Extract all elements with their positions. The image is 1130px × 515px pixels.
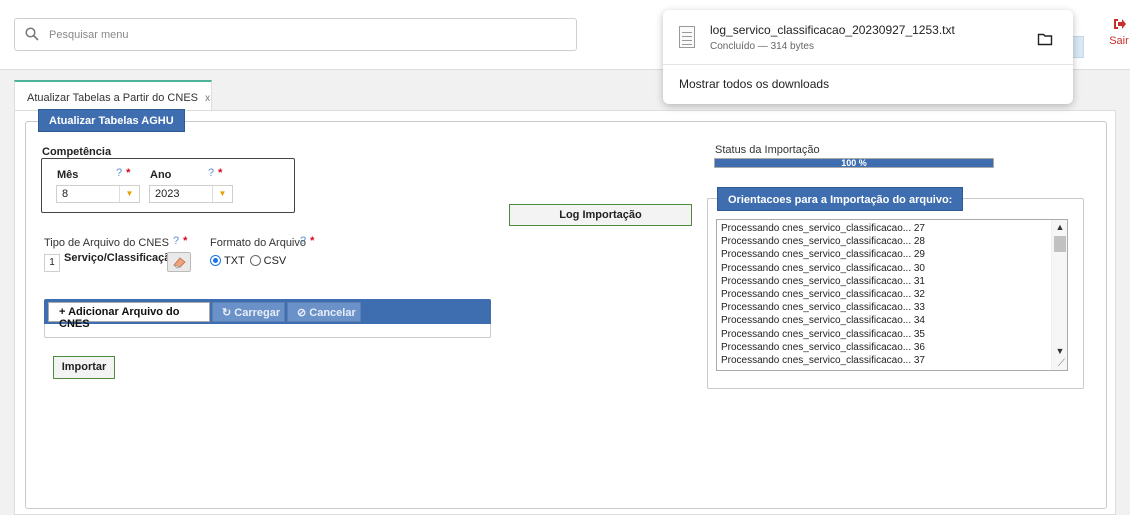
- search-icon: [25, 27, 39, 41]
- search-box[interactable]: [14, 18, 577, 51]
- tipo-value: Serviço/Classificação: [64, 252, 178, 264]
- formato-arquivo-label: Formato do Arquivo: [210, 237, 306, 249]
- log-line: Processando cnes_servico_classificacao..…: [721, 223, 925, 234]
- status-label: Status da Importação: [715, 144, 820, 156]
- download-filename[interactable]: log_servico_classificacao_20230927_1253.…: [710, 23, 955, 37]
- radio-csv[interactable]: CSV: [249, 255, 287, 267]
- folder-icon[interactable]: [1037, 32, 1053, 46]
- downloads-popup: log_servico_classificacao_20230927_1253.…: [663, 10, 1073, 104]
- help-icon[interactable]: ?: [208, 167, 214, 179]
- log-line: Processando cnes_servico_classificacao..…: [721, 249, 925, 261]
- scroll-thumb[interactable]: [1054, 236, 1066, 252]
- log-line: Processando cnes_servico_classificacao..…: [721, 275, 925, 287]
- formato-help: ? *: [300, 235, 314, 247]
- log-line: Processando cnes_servico_classificacao..…: [721, 315, 925, 327]
- scrollbar[interactable]: ▲ ▼: [1051, 220, 1067, 370]
- log-import-button[interactable]: Log Importação: [509, 204, 692, 226]
- orientacoes-legend: Orientacoes para a Importação do arquivo…: [717, 187, 964, 211]
- radio-csv-label: CSV: [263, 255, 287, 267]
- resize-grip-icon[interactable]: ⟋: [1058, 358, 1065, 369]
- progress-text: 100 %: [841, 158, 867, 168]
- import-progress-bar: 100 %: [714, 158, 994, 168]
- ano-select[interactable]: 2023 ▼: [149, 185, 233, 203]
- chevron-down-icon[interactable]: ▼: [212, 186, 232, 202]
- radio-txt[interactable]: TXT: [210, 255, 245, 267]
- mes-help: ? *: [116, 167, 130, 179]
- sign-out-icon: [1113, 19, 1126, 29]
- required-icon: *: [183, 235, 188, 247]
- clear-button[interactable]: [167, 252, 191, 272]
- scroll-down-icon[interactable]: ▼: [1054, 346, 1066, 356]
- tipo-help: ? *: [173, 235, 187, 247]
- import-button[interactable]: Importar: [53, 356, 115, 379]
- required-icon: *: [126, 167, 131, 179]
- download-status: Concluído — 314 bytes: [710, 41, 814, 52]
- formato-radio-group: TXT CSV: [210, 255, 286, 267]
- mes-label: Mês: [57, 169, 79, 181]
- competencia-label: Competência: [42, 146, 112, 158]
- tipo-arquivo-label: Tipo de Arquivo do CNES: [44, 237, 169, 249]
- log-line: Processando cnes_servico_classificacao..…: [721, 341, 925, 353]
- show-all-downloads-link[interactable]: Mostrar todos os downloads: [679, 77, 829, 91]
- tab-close-icon[interactable]: x: [205, 93, 210, 104]
- log-line: Processando cnes_servico_classificacao..…: [721, 262, 925, 274]
- text-file-icon: [679, 26, 695, 48]
- form-legend: Atualizar Tabelas AGHU: [38, 109, 185, 132]
- mes-value: 8: [62, 188, 69, 200]
- scroll-up-icon[interactable]: ▲: [1054, 222, 1066, 232]
- required-icon: *: [218, 167, 223, 179]
- add-file-button[interactable]: + Adicionar Arquivo do CNES: [48, 302, 210, 330]
- radio-selected-icon[interactable]: [210, 255, 221, 266]
- tab-atualizar-tabelas[interactable]: Atualizar Tabelas a Partir do CNES x: [14, 80, 212, 110]
- radio-empty-icon[interactable]: [249, 255, 261, 266]
- exit-label: Sair: [1109, 35, 1129, 47]
- upload-button[interactable]: ↻ Carregar: [212, 302, 285, 322]
- tab-label: Atualizar Tabelas a Partir do CNES: [27, 92, 198, 104]
- cancel-upload-button[interactable]: ⊘ Cancelar: [287, 302, 361, 322]
- log-line: Processando cnes_servico_classificacao..…: [721, 328, 925, 340]
- divider: [663, 64, 1073, 65]
- log-line: Processando cnes_servico_classificacao..…: [721, 355, 925, 366]
- chevron-down-icon[interactable]: ▼: [119, 186, 139, 202]
- log-line: Processando cnes_servico_classificacao..…: [721, 289, 925, 300]
- ano-label: Ano: [150, 169, 172, 181]
- search-input[interactable]: [49, 26, 549, 44]
- eraser-icon: [173, 257, 186, 269]
- help-icon[interactable]: ?: [173, 235, 179, 247]
- required-icon: *: [310, 235, 315, 247]
- mes-select[interactable]: 8 ▼: [56, 185, 140, 203]
- log-textarea[interactable]: Processando cnes_servico_classificacao..…: [716, 219, 1068, 371]
- help-icon[interactable]: ?: [300, 235, 306, 247]
- log-line: Processando cnes_servico_classificacao..…: [721, 236, 925, 248]
- log-line: Processando cnes_servico_classificacao..…: [721, 302, 925, 314]
- ano-value: 2023: [155, 188, 180, 200]
- tipo-code-field[interactable]: 1: [44, 254, 60, 272]
- radio-txt-label: TXT: [224, 255, 245, 267]
- ano-help: ? *: [208, 167, 222, 179]
- exit-button[interactable]: Sair: [1108, 18, 1130, 47]
- help-icon[interactable]: ?: [116, 167, 122, 179]
